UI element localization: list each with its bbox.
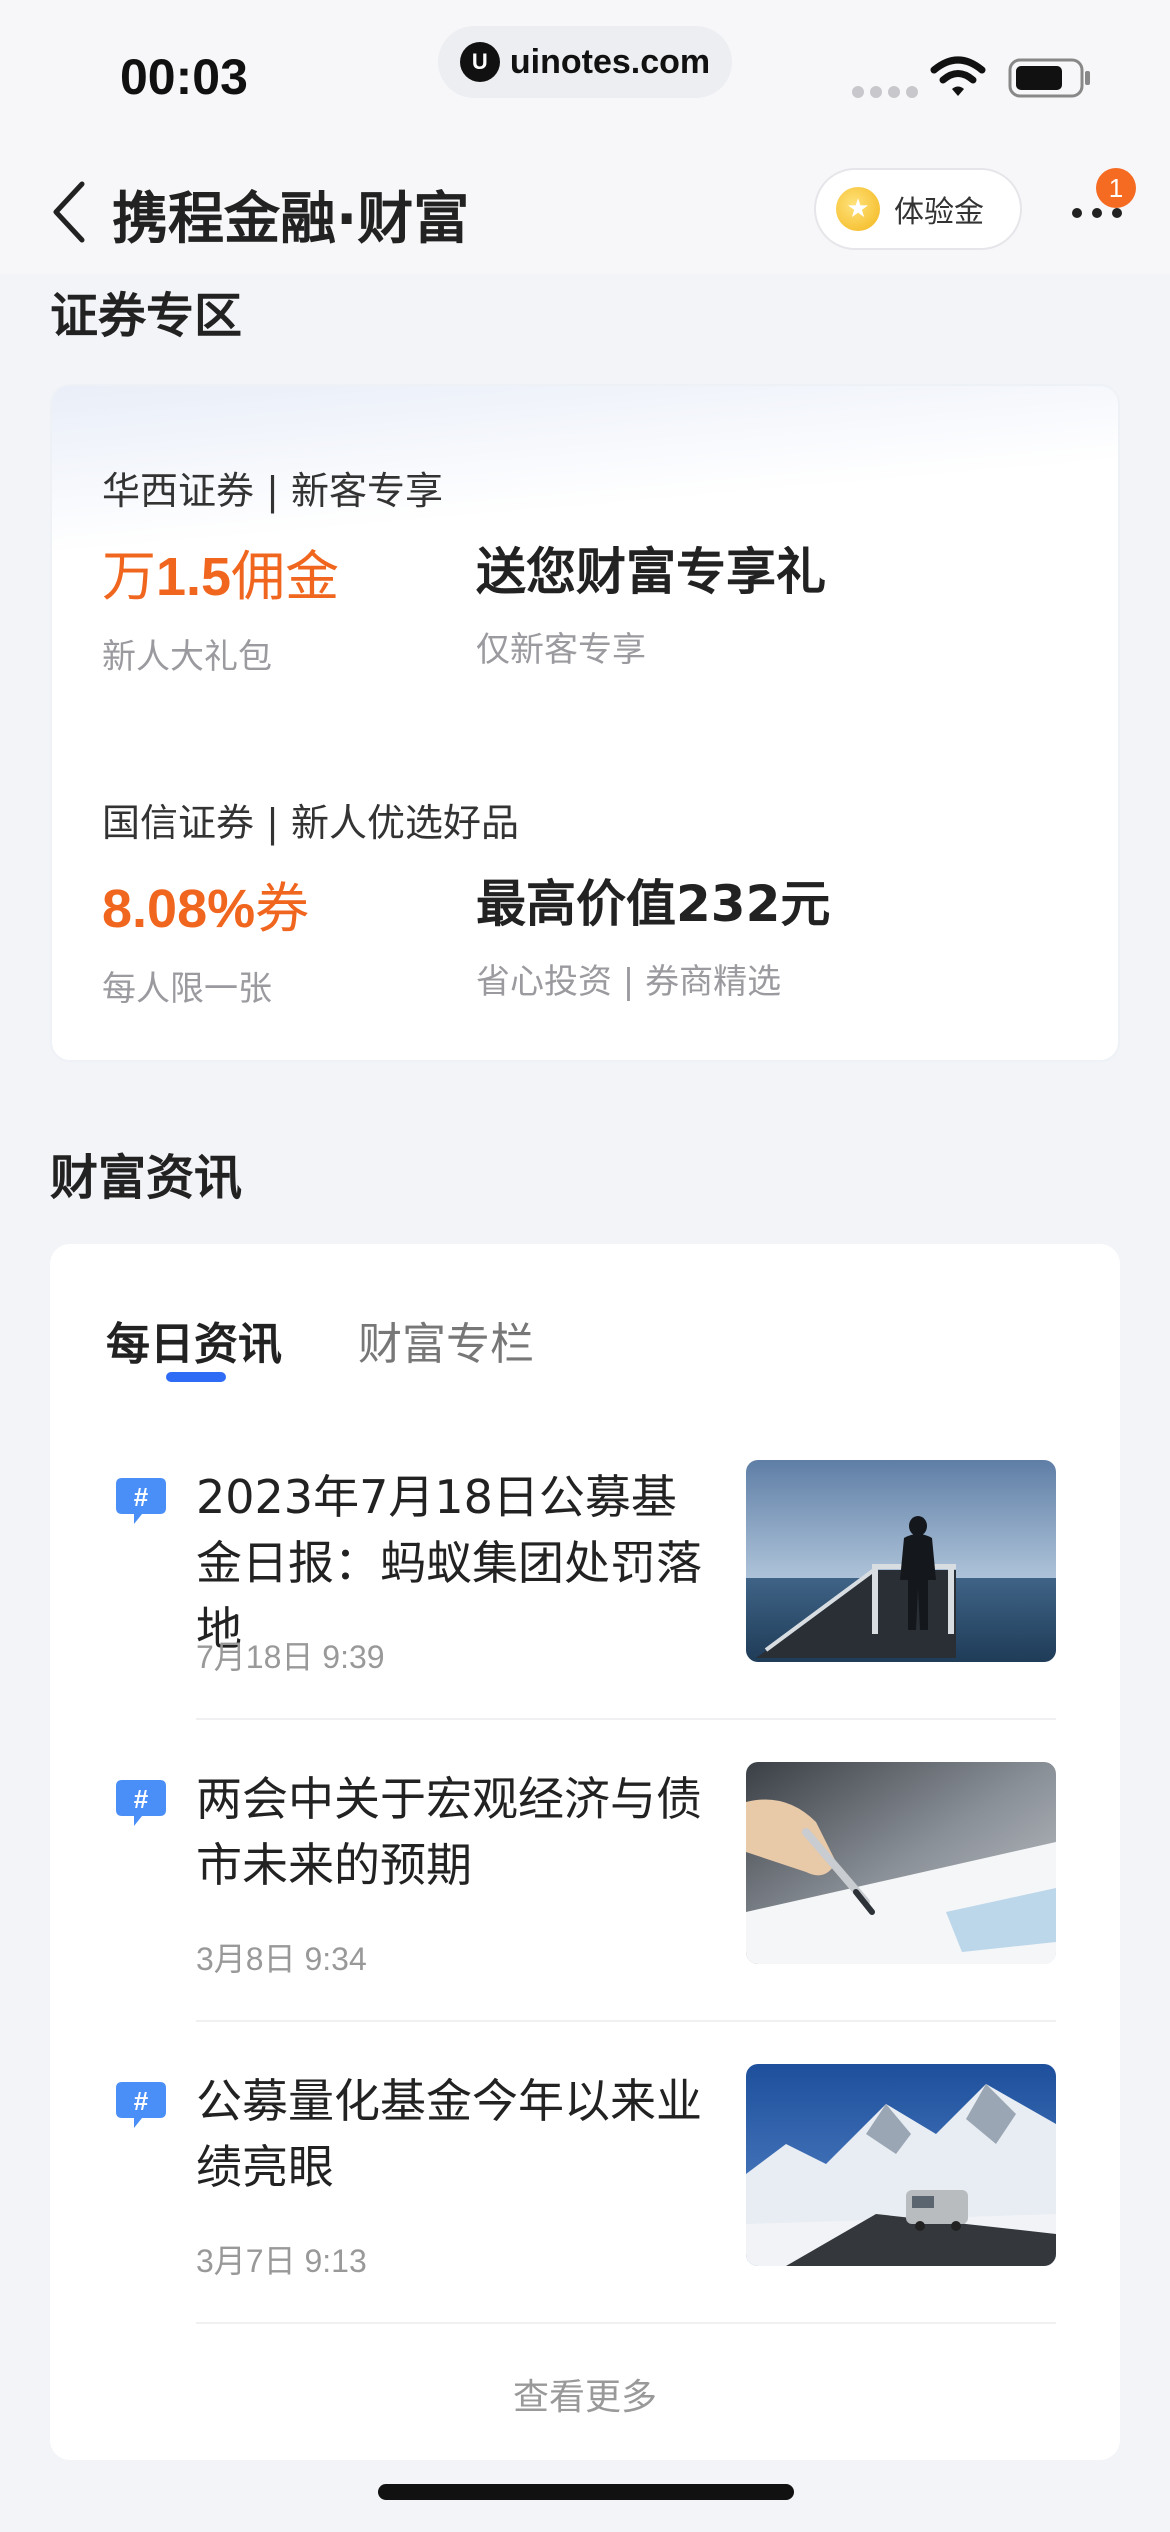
hand-writing-photo xyxy=(746,1762,1056,1964)
offer-heading: 国信证券 | 新人优选好品 xyxy=(102,801,519,845)
notification-badge: 1 xyxy=(1096,168,1136,208)
divider xyxy=(196,2322,1056,2324)
divider xyxy=(196,2020,1056,2022)
hashtag-icon: # xyxy=(116,2082,166,2128)
news-section-title: 财富资讯 xyxy=(50,1150,243,1206)
more-button[interactable]: 1 xyxy=(1066,168,1136,242)
news-time: 3月8日 9:34 xyxy=(196,1941,367,1977)
news-item[interactable]: # 2023年7月18日公募基金日报：蚂蚁集团处罚落地 7月18日 9:39 xyxy=(50,1460,1120,1762)
news-thumbnail xyxy=(746,1762,1056,1964)
news-title: 两会中关于宏观经济与债市未来的预期 xyxy=(196,1772,702,1892)
svg-text:#: # xyxy=(134,1482,149,1512)
man-on-pier-photo xyxy=(746,1460,1056,1662)
news-item[interactable]: # 公募量化基金今年以来业绩亮眼 3月7日 9:13 xyxy=(50,2064,1120,2366)
divider xyxy=(196,1718,1056,1720)
home-indicator[interactable] xyxy=(378,2484,794,2500)
securities-offer[interactable]: 国信证券 | 新人优选好品 8.08%券 每人限一张 最高价值232元 省心投资… xyxy=(102,792,1062,1009)
securities-section-title: 证券专区 xyxy=(50,288,243,344)
news-card: 每日资讯 财富专栏 # 2023年7月18日公募基金日报：蚂蚁集团处罚落地 7月… xyxy=(50,1244,1120,2460)
securities-card: 华西证券 | 新客专享 万1.5佣金 新人大礼包 送您财富专享礼 仅新客专享 国… xyxy=(50,384,1120,1062)
offer-highlight-sub: 每人限一张 xyxy=(102,969,272,1009)
offer-title-sub: 仅新客专享 xyxy=(476,630,646,670)
news-time: 3月7日 9:13 xyxy=(196,2243,367,2279)
news-time: 7月18日 9:39 xyxy=(196,1639,385,1675)
site-logo-icon: U xyxy=(459,42,500,82)
hashtag-icon: # xyxy=(116,1780,166,1826)
battery-icon xyxy=(1008,58,1090,98)
experience-fund-button[interactable]: ★ 体验金 xyxy=(814,168,1022,250)
experience-fund-label: 体验金 xyxy=(894,195,984,230)
status-bar: 00:03 U uinotes.com xyxy=(0,0,1170,140)
news-thumbnail xyxy=(746,2064,1056,2266)
page-title: 携程金融·财富 xyxy=(112,187,470,252)
offer-highlight: 8.08%券 xyxy=(102,877,310,940)
wifi-icon xyxy=(930,56,986,96)
hashtag-icon: # xyxy=(116,1478,166,1524)
tab-wealth-column[interactable]: 财富专栏 xyxy=(358,1308,534,1372)
offer-heading: 华西证券 | 新客专享 xyxy=(102,469,443,513)
active-tab-indicator xyxy=(166,1372,226,1382)
offer-highlight-sub: 新人大礼包 xyxy=(102,637,272,677)
url-pill[interactable]: U uinotes.com xyxy=(438,26,732,98)
news-thumbnail xyxy=(746,1460,1056,1662)
offer-highlight: 万1.5佣金 xyxy=(102,545,340,608)
gold-coin-icon: ★ xyxy=(836,187,880,231)
offer-title-sub: 省心投资 | 券商精选 xyxy=(476,962,782,1002)
back-chevron-icon[interactable] xyxy=(48,180,88,244)
offer-title: 送您财富专享礼 xyxy=(476,543,826,601)
news-item[interactable]: # 两会中关于宏观经济与债市未来的预期 3月8日 9:34 xyxy=(50,1762,1120,2064)
tab-daily-news[interactable]: 每日资讯 xyxy=(106,1308,282,1372)
status-time: 00:03 xyxy=(120,49,248,105)
news-title: 公募量化基金今年以来业绩亮眼 xyxy=(196,2074,702,2194)
nav-header: 携程金融·财富 ★ 体验金 1 xyxy=(0,140,1170,274)
svg-text:#: # xyxy=(134,1784,149,1814)
snowy-road-van-photo xyxy=(746,2064,1056,2266)
signal-icon xyxy=(852,86,918,98)
svg-text:#: # xyxy=(134,2086,149,2116)
see-more-link[interactable]: 查看更多 xyxy=(50,2368,1120,2420)
url-text: uinotes.com xyxy=(509,42,711,81)
offer-title: 最高价值232元 xyxy=(476,875,831,933)
more-dots-icon xyxy=(1072,208,1122,218)
securities-offer[interactable]: 华西证券 | 新客专享 万1.5佣金 新人大礼包 送您财富专享礼 仅新客专享 xyxy=(102,460,1062,677)
